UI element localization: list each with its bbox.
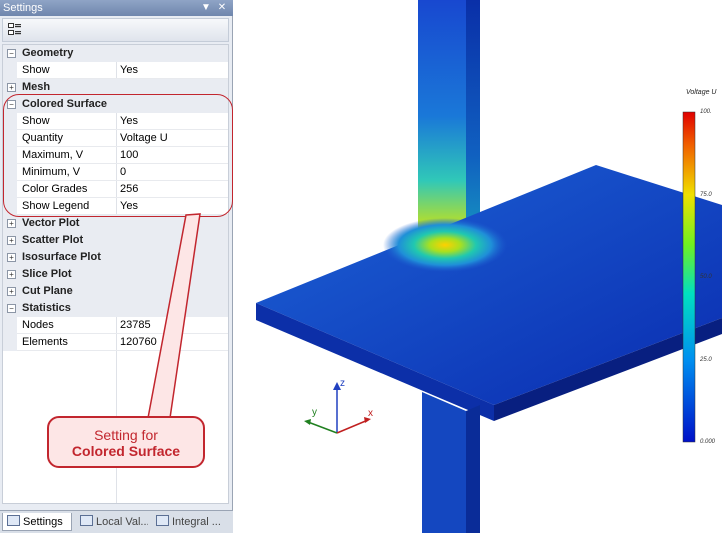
legend-tick-label: 25.0 — [700, 356, 712, 363]
callout-box: Setting for Colored Surface — [47, 416, 205, 468]
legend-tick-label: 50.0 — [700, 274, 712, 280]
color-legend — [682, 111, 696, 443]
legend-tick-label: 0.000 — [700, 439, 716, 445]
axis-x-label: x — [368, 408, 373, 419]
legend-tick-label: 100. — [700, 109, 712, 115]
callout-line2: Colored Surface — [71, 443, 181, 459]
axis-z-label: z — [340, 378, 345, 389]
callout-line1: Setting for — [94, 427, 158, 443]
axis-y-label: y — [312, 407, 317, 418]
legend-title: Voltage U — [686, 89, 717, 96]
legend-tick-label: 75.0 — [700, 191, 712, 198]
3d-viewport[interactable] — [234, 0, 722, 533]
lower-column — [422, 392, 480, 533]
